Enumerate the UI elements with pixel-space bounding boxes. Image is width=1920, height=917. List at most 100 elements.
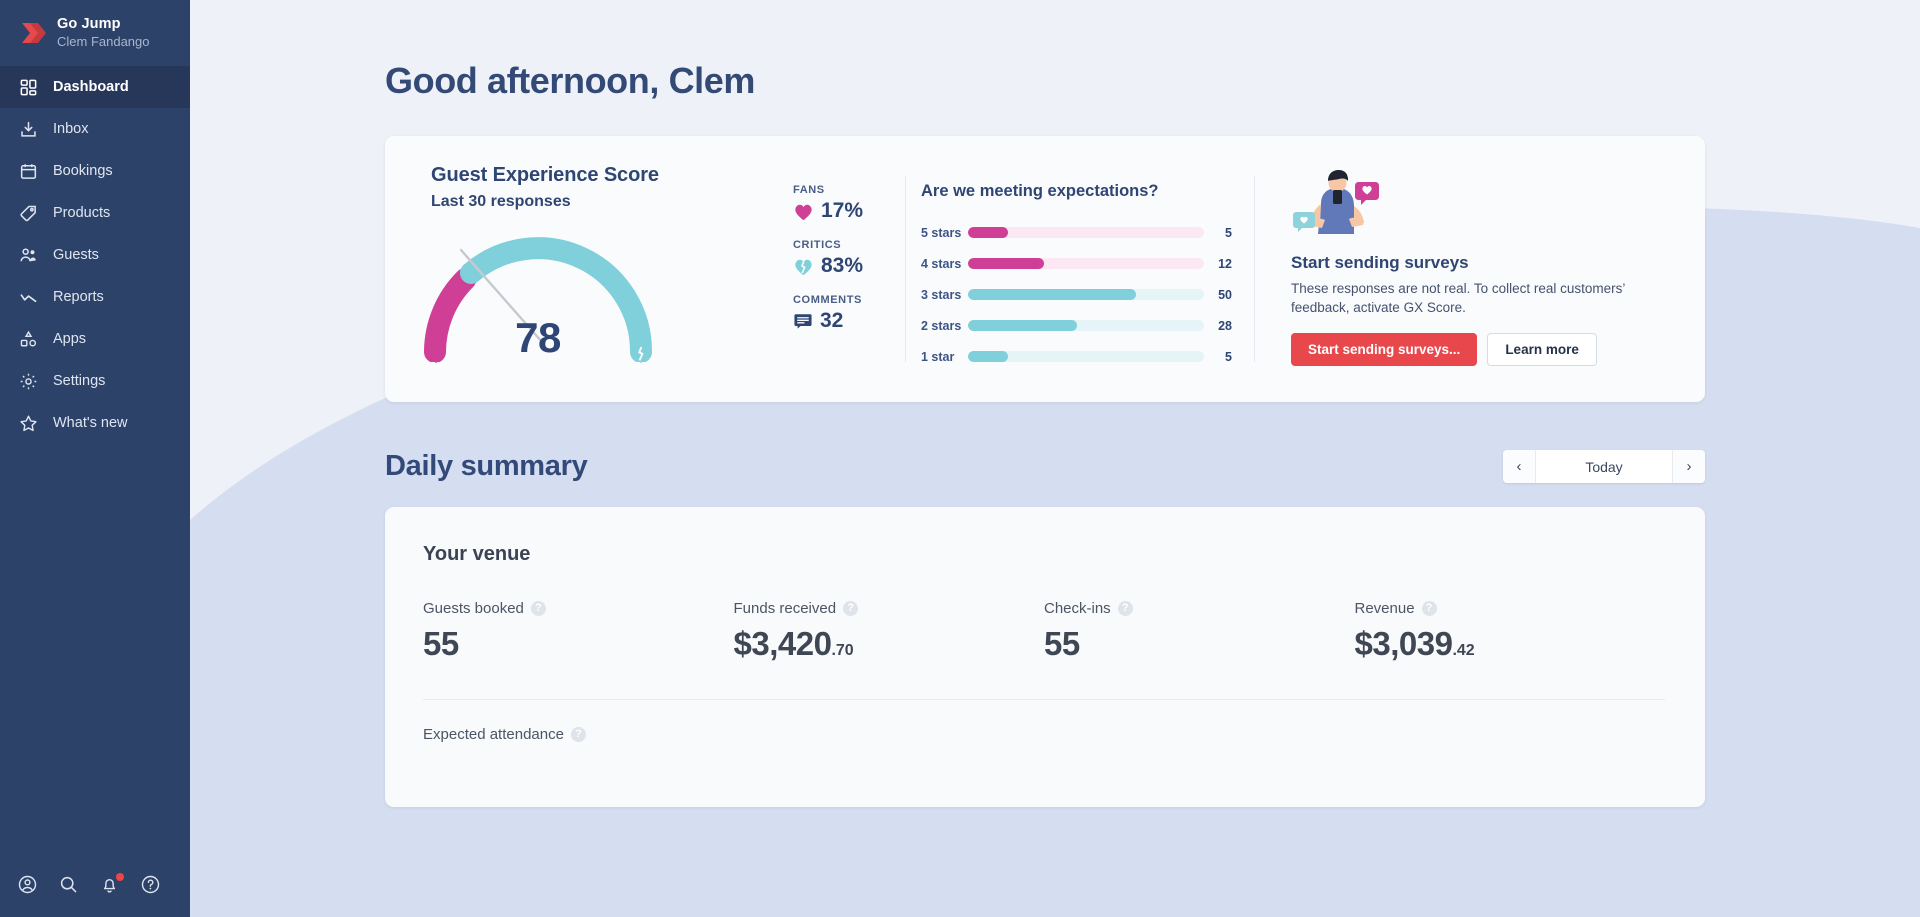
sidebar-bottom-bar <box>0 874 190 917</box>
sidebar-item-dashboard[interactable]: Dashboard <box>0 66 190 108</box>
metric-check-ins: Check-ins? 55 <box>1044 600 1355 663</box>
help-icon[interactable]: ? <box>1118 601 1133 616</box>
gx-title: Guest Experience Score <box>431 164 793 187</box>
daily-summary-title: Daily summary <box>385 450 587 483</box>
chart-bar-fill <box>968 258 1044 269</box>
chart-bar-fill <box>968 227 1008 238</box>
account-icon[interactable] <box>17 874 38 895</box>
promo-heading: Start sending surveys <box>1291 253 1665 273</box>
gojump-logo-icon <box>18 19 46 47</box>
critics-value-row: 83% <box>793 254 905 278</box>
daily-summary-header: Daily summary ‹ Today › <box>385 450 1705 483</box>
brand-username: Clem Fandango <box>57 34 150 50</box>
promo-body: These responses are not real. To collect… <box>1291 280 1641 317</box>
sidebar-nav: Dashboard Inbox Bookings Products Guests… <box>0 66 190 444</box>
sidebar-item-label: What's new <box>53 415 128 431</box>
sidebar-item-label: Dashboard <box>53 79 129 95</box>
sidebar-item-inbox[interactable]: Inbox <box>0 108 190 150</box>
calendar-icon <box>19 162 38 181</box>
chart-row: 3 stars50 <box>921 279 1236 310</box>
sidebar-item-products[interactable]: Products <box>0 192 190 234</box>
sidebar-item-label: Bookings <box>53 163 113 179</box>
chart-bar-track <box>968 289 1204 300</box>
search-icon[interactable] <box>58 874 79 895</box>
metric-revenue: Revenue? $3,039.42 <box>1355 600 1666 663</box>
sidebar-item-bookings[interactable]: Bookings <box>0 150 190 192</box>
chart-bar-fill <box>968 351 1008 362</box>
brand-block[interactable]: Go Jump Clem Fandango <box>0 0 190 66</box>
expected-attendance-row: Expected attendance ? <box>423 726 1665 743</box>
sidebar-item-apps[interactable]: Apps <box>0 318 190 360</box>
sidebar-item-guests[interactable]: Guests <box>0 234 190 276</box>
fans-label: FANS <box>793 184 905 196</box>
chart-row: 2 stars 28 <box>921 310 1236 341</box>
sidebar-item-label: Settings <box>53 373 105 389</box>
metric-value: $3,420 <box>734 625 832 662</box>
sidebar-item-label: Apps <box>53 331 86 347</box>
date-prev-button[interactable]: ‹ <box>1503 450 1535 483</box>
apps-icon <box>19 330 38 349</box>
gear-icon <box>19 372 38 391</box>
comments-value: 32 <box>820 309 843 333</box>
chart-row-label: 2 stars <box>921 319 968 333</box>
gx-stats-panel: FANS 17% CRITICS 83% COMMENTS 32 <box>793 136 905 402</box>
dashboard-icon <box>19 78 38 97</box>
sidebar-item-reports[interactable]: Reports <box>0 276 190 318</box>
chart-row: 4 stars 12 <box>921 248 1236 279</box>
date-next-button[interactable]: › <box>1673 450 1705 483</box>
chart-bar-fill <box>968 320 1077 331</box>
chart-row-label: 1 star <box>921 350 968 364</box>
sidebar-item-settings[interactable]: Settings <box>0 360 190 402</box>
help-icon[interactable]: ? <box>1422 601 1437 616</box>
chart-row-value: 5 <box>1204 350 1236 364</box>
metric-value: 55 <box>1044 625 1080 662</box>
chart-row-label: 5 stars <box>921 226 968 240</box>
daily-summary-card: Your venue Guests booked? 55 Funds recei… <box>385 507 1705 807</box>
heart-icon <box>793 202 814 221</box>
chart-title: Are we meeting expectations? <box>921 182 1236 201</box>
app-root: Go Jump Clem Fandango Dashboard Inbox Bo… <box>0 0 1920 917</box>
notification-badge-dot <box>116 873 124 881</box>
learn-more-button[interactable]: Learn more <box>1487 333 1597 366</box>
promo-actions: Start sending surveys... Learn more <box>1291 333 1665 366</box>
chart-bar-fill <box>968 289 1136 300</box>
help-icon[interactable]: ? <box>571 727 586 742</box>
start-sending-surveys-button[interactable]: Start sending surveys... <box>1291 333 1477 366</box>
chart-row-value: 50 <box>1204 288 1236 302</box>
metric-value: 55 <box>423 625 459 662</box>
chart-row-label: 4 stars <box>921 257 968 271</box>
chart-line-icon <box>19 288 38 307</box>
chart-row-value: 28 <box>1204 319 1236 333</box>
comment-icon <box>793 312 813 330</box>
star-icon <box>19 414 38 433</box>
fans-value-row: 17% <box>793 199 905 223</box>
chart-row-value: 12 <box>1204 257 1236 271</box>
help-icon[interactable] <box>140 874 161 895</box>
gx-score-value: 78 <box>413 314 663 362</box>
inbox-icon <box>19 120 38 139</box>
comments-label: COMMENTS <box>793 294 905 306</box>
broken-heart-icon <box>793 257 814 276</box>
metric-value: $3,039 <box>1355 625 1453 662</box>
sidebar-item-label: Reports <box>53 289 104 305</box>
metric-label: Guests booked <box>423 600 524 617</box>
critics-value: 83% <box>821 254 863 278</box>
notifications-bell-icon[interactable] <box>99 874 120 895</box>
chart-bar-track <box>968 227 1204 238</box>
date-current-label[interactable]: Today <box>1535 450 1673 483</box>
date-navigator: ‹ Today › <box>1503 450 1705 483</box>
main-area: Good afternoon, Clem Guest Experience Sc… <box>190 0 1920 917</box>
chart-bar-track <box>968 351 1204 362</box>
expected-attendance-label: Expected attendance <box>423 726 564 743</box>
brand-name: Go Jump <box>57 16 150 34</box>
metric-guests-booked: Guests booked? 55 <box>423 600 734 663</box>
people-icon <box>19 246 38 265</box>
chart-bar-track <box>968 320 1204 331</box>
help-icon[interactable]: ? <box>531 601 546 616</box>
metric-cents: .42 <box>1452 642 1474 659</box>
sidebar-item-whats-new[interactable]: What's new <box>0 402 190 444</box>
metrics-row: Guests booked? 55 Funds received? $3,420… <box>423 600 1665 663</box>
guest-experience-card: Guest Experience Score Last 30 responses <box>385 136 1705 402</box>
page-content: Good afternoon, Clem Guest Experience Sc… <box>190 0 1920 807</box>
help-icon[interactable]: ? <box>843 601 858 616</box>
